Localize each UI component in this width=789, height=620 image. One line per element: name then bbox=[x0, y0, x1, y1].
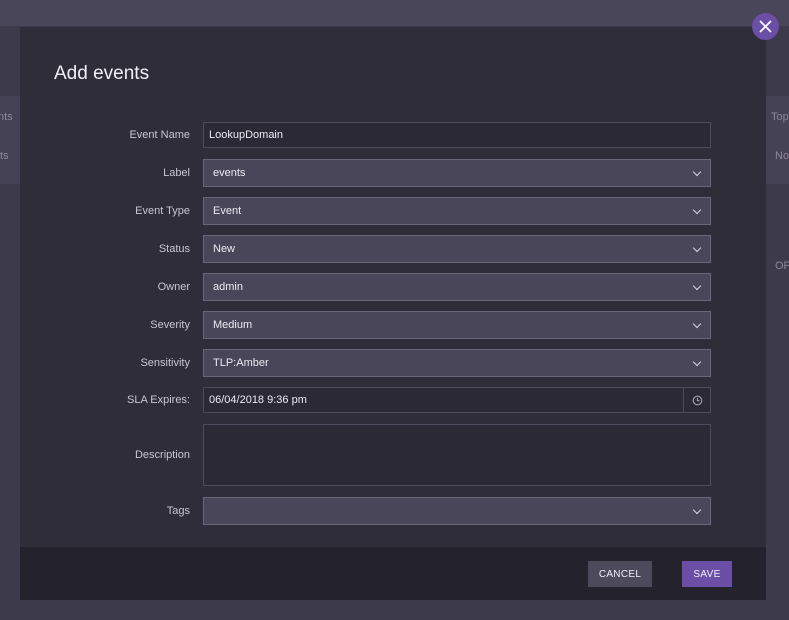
save-button[interactable]: SAVE bbox=[682, 561, 732, 587]
event-type-select[interactable]: Event bbox=[203, 197, 711, 225]
background-text: nts bbox=[0, 111, 13, 123]
tags-label: Tags bbox=[166, 505, 190, 517]
label-field-label: Label bbox=[163, 167, 190, 179]
severity-label: Severity bbox=[150, 319, 190, 331]
sla-expires-value: 06/04/2018 9:36 pm bbox=[209, 394, 307, 406]
owner-select[interactable]: admin bbox=[203, 273, 711, 301]
sensitivity-label: Sensitivity bbox=[140, 357, 190, 369]
cancel-button[interactable]: CANCEL bbox=[588, 561, 652, 587]
modal-footer: CANCEL SAVE bbox=[20, 547, 766, 600]
event-name-input[interactable]: LookupDomain bbox=[203, 122, 711, 148]
chevron-down-icon bbox=[692, 281, 702, 291]
chevron-down-icon bbox=[692, 505, 702, 515]
close-icon bbox=[759, 20, 772, 33]
event-name-value: LookupDomain bbox=[209, 129, 283, 141]
chevron-down-icon bbox=[692, 243, 702, 253]
status-label: Status bbox=[158, 243, 190, 255]
background-topbar bbox=[0, 0, 789, 26]
chevron-down-icon bbox=[692, 205, 702, 215]
chevron-down-icon bbox=[692, 357, 702, 367]
severity-select[interactable]: Medium bbox=[203, 311, 711, 339]
background-text: OP bbox=[775, 260, 789, 272]
clock-icon bbox=[692, 395, 702, 405]
status-value: New bbox=[213, 243, 236, 255]
add-events-modal: Add events Event Name LookupDomain Label… bbox=[20, 27, 766, 600]
tags-select[interactable] bbox=[203, 497, 711, 525]
label-select[interactable]: events bbox=[203, 159, 711, 187]
modal-title: Add events bbox=[54, 63, 150, 84]
sla-expires-input[interactable]: 06/04/2018 9:36 pm bbox=[203, 387, 711, 413]
close-button[interactable] bbox=[752, 13, 779, 40]
chevron-down-icon bbox=[692, 167, 702, 177]
sla-expires-label: SLA Expires: bbox=[127, 394, 190, 406]
background-text: Top bbox=[771, 111, 789, 123]
label-select-value: events bbox=[213, 167, 246, 179]
description-label: Description bbox=[134, 449, 190, 461]
event-name-label: Event Name bbox=[129, 129, 190, 141]
sensitivity-value: TLP:Amber bbox=[213, 357, 269, 369]
event-type-value: Event bbox=[213, 205, 242, 217]
status-select[interactable]: New bbox=[203, 235, 711, 263]
background-text: No bbox=[775, 150, 789, 162]
event-type-label: Event Type bbox=[135, 205, 190, 217]
chevron-down-icon bbox=[692, 319, 702, 329]
description-textarea[interactable] bbox=[203, 424, 711, 486]
owner-value: admin bbox=[213, 281, 243, 293]
background-text: ts bbox=[0, 150, 9, 162]
clock-button[interactable] bbox=[683, 388, 710, 412]
severity-value: Medium bbox=[213, 319, 253, 331]
sensitivity-select[interactable]: TLP:Amber bbox=[203, 349, 711, 377]
owner-label: Owner bbox=[157, 281, 190, 293]
